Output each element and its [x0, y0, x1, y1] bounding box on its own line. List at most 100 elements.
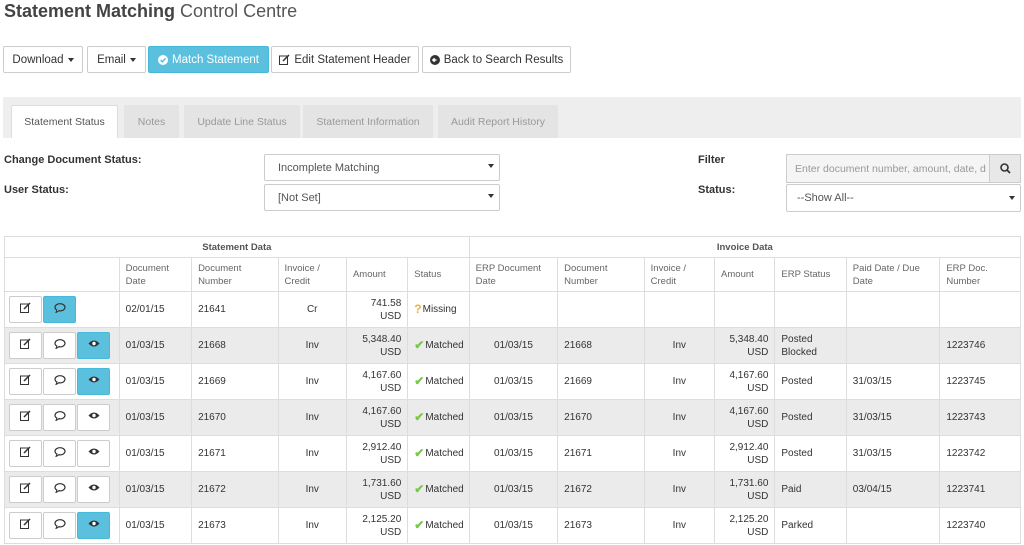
tab-statement-status[interactable]: Statement Status [11, 105, 118, 138]
document-date: 01/03/15 [118, 327, 193, 364]
download-button[interactable]: Download [3, 46, 83, 73]
erp-status: Paid [774, 471, 847, 508]
comment-icon [53, 302, 66, 317]
table-row: 01/03/15 21672 Inv 1,731.60 USD ✔ Matched 01/0… [4, 471, 1021, 508]
check-circle-icon [158, 54, 169, 65]
chevron-down-icon [488, 164, 494, 168]
comment-button[interactable] [43, 332, 76, 359]
comment-button[interactable] [43, 512, 76, 539]
edit-button[interactable] [9, 296, 42, 323]
match-status: ✔ Matched [407, 471, 470, 508]
invoice-credit: Cr [277, 291, 347, 328]
edit-button[interactable] [9, 440, 42, 467]
comment-button[interactable] [43, 476, 76, 503]
view-button[interactable] [77, 440, 110, 467]
tab-update-line-status[interactable]: Update Line Status [184, 105, 300, 138]
tab-notes[interactable]: Notes [124, 105, 179, 138]
invoice-amount [714, 291, 776, 328]
paid-due-date [845, 291, 941, 328]
edit-button[interactable] [9, 332, 42, 359]
edit-statement-header-button[interactable]: Edit Statement Header [271, 46, 419, 73]
column-header: Document Number [557, 257, 645, 292]
comment-icon [53, 482, 66, 497]
document-number: 21670 [191, 399, 279, 436]
match-statement-button[interactable]: Match Statement [148, 46, 269, 73]
row-actions [4, 327, 120, 364]
column-header: Paid Date / Due Date [845, 257, 941, 292]
invoice-amount: 4,167.60 USD [714, 399, 776, 436]
invoice-data-header: Invoice Data [468, 236, 1022, 258]
match-status-label: Missing [422, 303, 457, 315]
view-button[interactable] [77, 368, 110, 395]
amount: 4,167.60 USD [345, 363, 409, 400]
comment-button[interactable] [43, 440, 76, 467]
document-number: 21669 [191, 363, 279, 400]
comment-icon [53, 410, 66, 425]
edit-icon [20, 446, 31, 461]
edit-icon [20, 410, 31, 425]
erp-document-date [468, 291, 559, 328]
match-status-label: Matched [425, 375, 464, 387]
edit-icon [20, 302, 31, 317]
edit-button[interactable] [9, 512, 42, 539]
document-date: 01/03/15 [118, 471, 193, 508]
filter-input[interactable]: Enter document number, amount, date, d [786, 154, 990, 183]
statement-matching-table: Statement Data Invoice Data Document Dat… [4, 236, 1022, 544]
status-filter-select[interactable]: --Show All-- [786, 184, 1021, 212]
question-icon: ? [414, 301, 422, 316]
document-number: 21668 [191, 327, 279, 364]
row-actions [4, 471, 120, 508]
edit-icon [20, 482, 31, 497]
column-header: Document Date [118, 257, 193, 292]
invoice-document-number: 21671 [557, 435, 645, 472]
erp-document-date: 01/03/15 [468, 399, 559, 436]
erp-doc-number: 1223742 [939, 435, 1021, 472]
edit-button[interactable] [9, 368, 42, 395]
comment-icon [53, 446, 66, 461]
change-document-status-label: Change Document Status: [4, 154, 142, 166]
invoice-invoice-credit: Inv [643, 471, 716, 508]
match-status-label: Matched [425, 483, 464, 495]
check-icon: ✔ [414, 445, 425, 460]
document-date: 02/01/15 [118, 291, 193, 328]
column-header: ERP Doc. Number [939, 257, 1021, 292]
search-button[interactable] [989, 154, 1021, 183]
invoice-amount: 5,348.40 USD [714, 327, 776, 364]
comment-icon [53, 338, 66, 353]
edit-button[interactable] [9, 476, 42, 503]
email-button[interactable]: Email [87, 46, 146, 73]
view-button[interactable] [77, 512, 110, 539]
match-status: ? Missing [407, 291, 470, 328]
view-button[interactable] [77, 476, 110, 503]
erp-doc-number: 1223740 [939, 507, 1021, 544]
tab-audit-report-history[interactable]: Audit Report History [438, 105, 558, 138]
page-title: Statement Matching Control Centre [4, 1, 298, 21]
erp-document-date: 01/03/15 [468, 507, 559, 544]
match-status: ✔ Matched [407, 435, 470, 472]
user-status-select[interactable]: [Not Set] [264, 184, 500, 211]
view-button[interactable] [77, 332, 110, 359]
invoice-amount: 2,912.40 USD [714, 435, 776, 472]
eye-icon [88, 411, 100, 424]
invoice-document-number: 21669 [557, 363, 645, 400]
view-button[interactable] [77, 404, 110, 431]
comment-button[interactable] [43, 404, 76, 431]
edit-button[interactable] [9, 404, 42, 431]
document-number: 21672 [191, 471, 279, 508]
paid-due-date [845, 507, 941, 544]
table-row: 01/03/15 21673 Inv 2,125.20 USD ✔ Matched 01/0… [4, 507, 1021, 544]
amount: 4,167.60 USD [345, 399, 409, 436]
erp-document-date: 01/03/15 [468, 363, 559, 400]
change-document-status-select[interactable]: Incomplete Matching [264, 154, 500, 181]
tab-statement-information[interactable]: Statement Information [303, 105, 433, 138]
invoice-document-number: 21673 [557, 507, 645, 544]
back-to-search-button[interactable]: Back to Search Results [422, 46, 571, 73]
invoice-credit: Inv [277, 363, 347, 400]
invoice-invoice-credit: Inv [643, 399, 716, 436]
search-icon [999, 163, 1011, 174]
invoice-credit: Inv [277, 507, 347, 544]
comment-button[interactable] [43, 296, 76, 323]
amount: 2,912.40 USD [345, 435, 409, 472]
comment-button[interactable] [43, 368, 76, 395]
table-row: 01/03/15 21669 Inv 4,167.60 USD ✔ Matched 01/0… [4, 363, 1021, 400]
